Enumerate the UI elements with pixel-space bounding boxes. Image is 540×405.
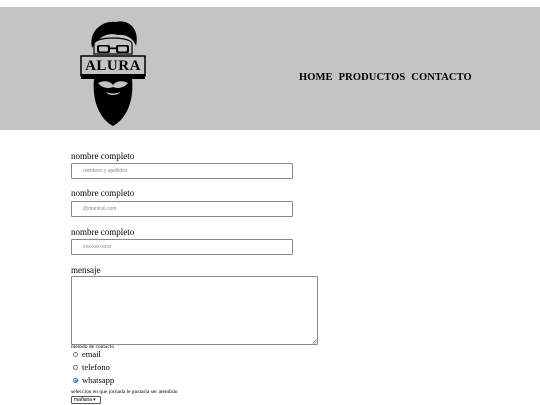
email-radio-label: email	[82, 349, 101, 359]
email-input[interactable]	[71, 201, 293, 217]
chevron-down-icon: ▾	[93, 397, 96, 403]
message-textarea[interactable]	[71, 276, 318, 345]
schedule-selected-value: mañana	[74, 397, 93, 403]
contact-option-email[interactable]: email	[73, 350, 101, 359]
nav-productos-link[interactable]: PRODUCTOS	[339, 72, 406, 83]
page: ALURA HOME PRODUCTOS CONTACTO nombre com…	[0, 0, 540, 405]
phone-field-label: nombre completo	[71, 227, 135, 237]
whatsapp-radio-label: whatsapp	[82, 375, 115, 385]
logo-text: ALURA	[85, 58, 141, 74]
contact-option-whatsapp[interactable]: whatsapp	[73, 376, 114, 385]
site-header: ALURA HOME PRODUCTOS CONTACTO	[0, 7, 540, 130]
telefono-radio-label: telefono	[82, 362, 110, 372]
main-nav: HOME PRODUCTOS CONTACTO	[299, 72, 472, 83]
telefono-radio[interactable]	[73, 365, 78, 370]
nav-home-link[interactable]: HOME	[299, 72, 333, 83]
name-field-label: nombre completo	[71, 151, 135, 161]
email-field-label: nombre completo	[71, 188, 135, 198]
whatsapp-radio[interactable]	[73, 378, 78, 383]
phone-input[interactable]	[71, 239, 293, 255]
message-label: mensaje	[71, 265, 101, 275]
email-radio[interactable]	[73, 352, 78, 357]
schedule-label: seleccion en que jornada le gustaria ser…	[71, 389, 178, 395]
nav-contacto-link[interactable]: CONTACTO	[411, 72, 472, 83]
resize-grip-icon[interactable]	[312, 339, 317, 344]
name-input[interactable]	[71, 163, 293, 179]
contact-option-telefono[interactable]: telefono	[73, 363, 110, 372]
barber-logo[interactable]: ALURA	[78, 18, 148, 128]
schedule-select[interactable]: mañana ▾	[71, 396, 101, 404]
